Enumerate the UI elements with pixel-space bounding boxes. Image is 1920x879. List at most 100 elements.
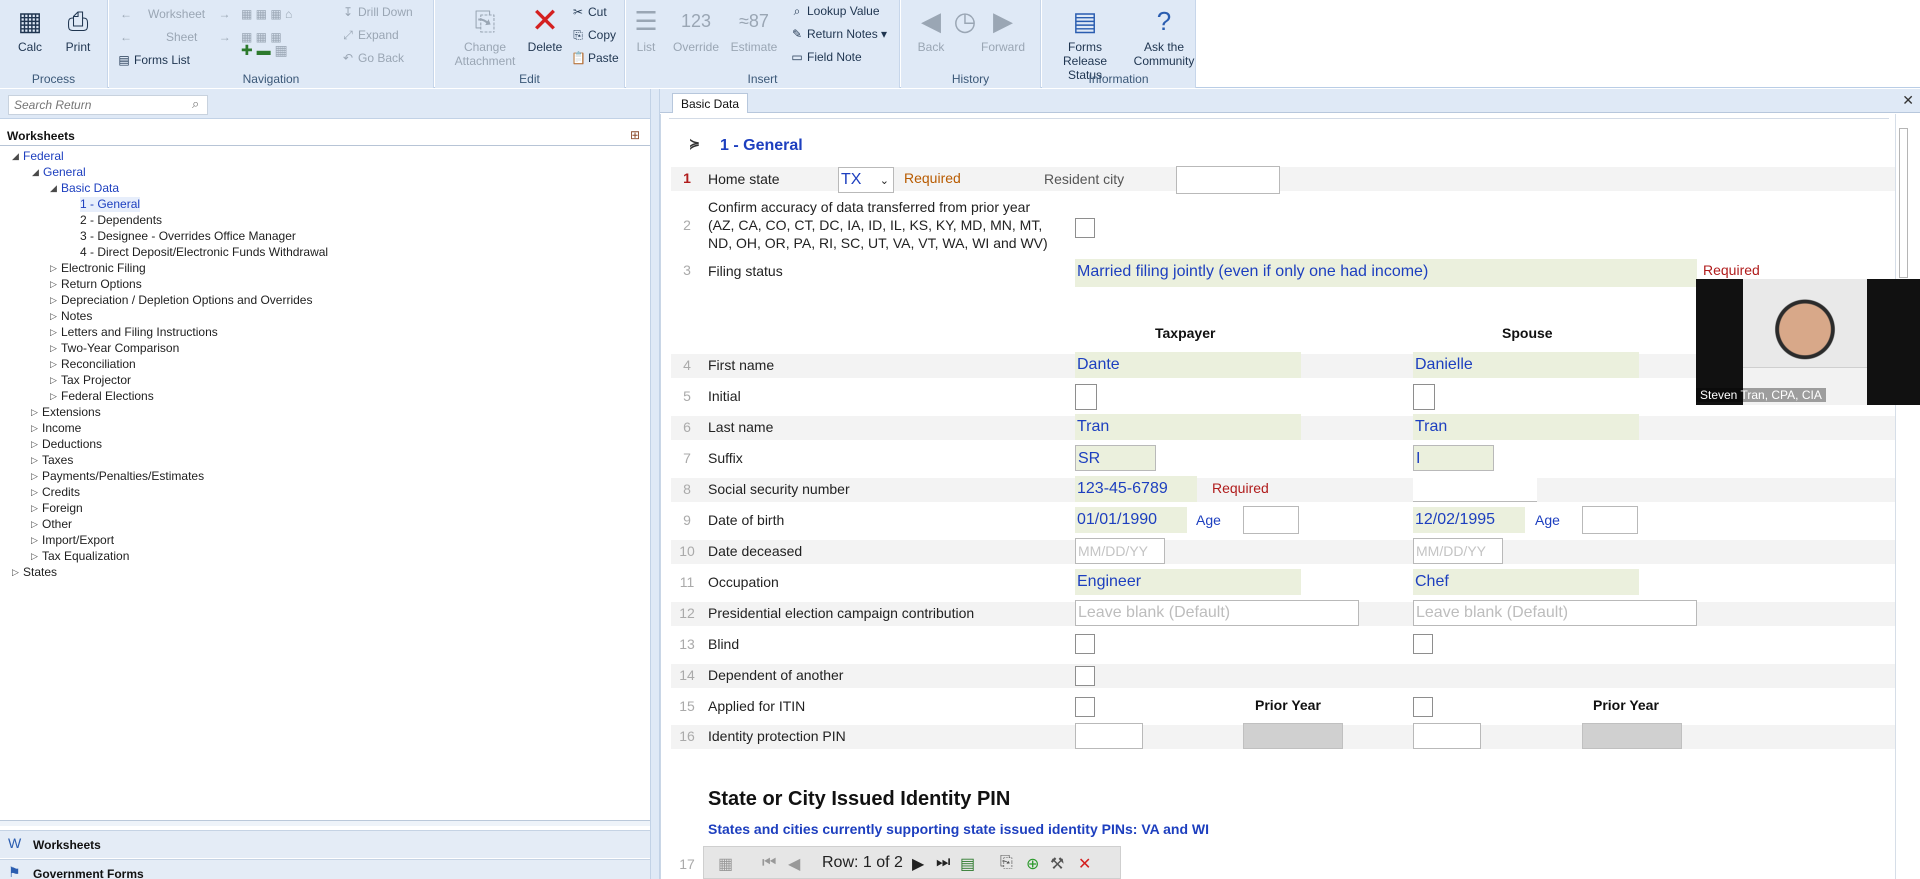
pane-splitter[interactable] (0, 820, 650, 826)
tree-item-payments[interactable]: ▷ Payments/Penalties/Estimates (31, 469, 204, 484)
vertical-splitter[interactable] (650, 89, 660, 879)
tree-item-credits[interactable]: ▷ Credits (31, 485, 80, 500)
tree-item-basic-data[interactable]: ◢ Basic Data (50, 181, 119, 196)
spouse-suffix-select[interactable]: I (1413, 445, 1494, 471)
tab-basic-data[interactable]: Basic Data (672, 93, 749, 113)
delete-row-icon[interactable]: ✕ (1078, 854, 1091, 874)
expand-icon[interactable]: ▷ (31, 549, 38, 564)
spouse-first-name-input[interactable]: Danielle (1413, 352, 1639, 378)
pin-icon[interactable]: ⊞ (630, 128, 640, 142)
search-icon[interactable]: ⌕ (192, 96, 199, 112)
expand-button[interactable]: ⤢ Expand (341, 27, 399, 43)
add-row-icon[interactable]: ✚ ▬ ▦ (241, 42, 288, 58)
forward-button[interactable]: ▶ Forward (973, 0, 1033, 54)
spouse-ssn-input[interactable] (1413, 476, 1537, 502)
copy-row-icon[interactable]: ⎘ (1000, 854, 1013, 872)
search-input[interactable] (8, 95, 208, 115)
expand-icon[interactable]: ▷ (31, 421, 38, 436)
taxpayer-initial-input[interactable] (1075, 384, 1097, 410)
expand-icon[interactable]: ▷ (50, 293, 57, 308)
new-row-icon[interactable]: ▤ (960, 854, 975, 874)
expand-icon[interactable]: ▷ (50, 309, 57, 324)
taxpayer-occupation-input[interactable]: Engineer (1075, 569, 1301, 595)
tree-item-tax-equalization[interactable]: ▷ Tax Equalization (31, 549, 129, 564)
first-row-icon[interactable]: ⏮ (762, 854, 776, 872)
taxpayer-blind-checkbox[interactable] (1075, 634, 1095, 654)
tree-item-two-year[interactable]: ▷ Two-Year Comparison (50, 341, 179, 356)
collapse-icon[interactable]: ◢ (32, 165, 39, 180)
prev-row-icon[interactable]: ◀ (788, 854, 800, 874)
print-button[interactable]: ⎙ Print (48, 0, 108, 54)
spouse-initial-input[interactable] (1413, 384, 1435, 410)
forms-release-status-button[interactable]: ▤ Forms Release Status (1048, 0, 1122, 82)
collapse-icon[interactable]: ◢ (12, 149, 19, 164)
paste-button[interactable]: 📋 Paste (571, 50, 619, 66)
expand-icon[interactable]: ▷ (50, 357, 57, 372)
cut-button[interactable]: ✂ Cut (571, 4, 607, 20)
resident-city-input[interactable] (1176, 166, 1280, 194)
tree-item-1-general[interactable]: 1 - General (80, 197, 141, 212)
drill-down-button[interactable]: ↧ Drill Down (341, 4, 413, 20)
tree-item-taxes[interactable]: ▷ Taxes (31, 453, 73, 468)
taxpayer-age-input[interactable] (1243, 506, 1299, 534)
tree-item-depreciation[interactable]: ▷ Depreciation / Depletion Options and Ov… (50, 293, 312, 308)
worksheets-pane-button[interactable]: W Worksheets (0, 830, 650, 858)
expand-icon[interactable]: ▷ (50, 261, 57, 276)
tree-item-import-export[interactable]: ▷ Import/Export (31, 533, 114, 548)
spouse-dob-input[interactable]: 12/02/1995 (1413, 507, 1525, 533)
taxpayer-itin-checkbox[interactable] (1075, 697, 1095, 717)
tree-item-extensions[interactable]: ▷ Extensions (31, 405, 101, 420)
worksheet-nav[interactable]: ← Worksheet → (119, 6, 230, 22)
taxpayer-ssn-input[interactable]: 123-45-6789 (1075, 476, 1197, 502)
add-row-icon[interactable]: ⊕ (1026, 854, 1039, 874)
taxpayer-last-name-input[interactable]: Tran (1075, 414, 1301, 440)
expand-icon[interactable]: ▷ (50, 325, 57, 340)
expand-icon[interactable]: ▷ (31, 469, 38, 484)
tree-item-return-options[interactable]: ▷ Return Options (50, 277, 142, 292)
list-button[interactable]: ☰ List (624, 0, 668, 54)
spouse-date-deceased-input[interactable]: MM/DD/YY (1413, 538, 1503, 564)
copy-button[interactable]: ⎘ Copy (571, 27, 616, 43)
tree-item-notes[interactable]: ▷ Notes (50, 309, 92, 324)
delete-button[interactable]: ✕ Delete (515, 0, 575, 54)
next-row-icon[interactable]: ▶ (912, 854, 924, 874)
tree-item-tax-projector[interactable]: ▷ Tax Projector (50, 373, 131, 388)
tree-item-foreign[interactable]: ▷ Foreign (31, 501, 83, 516)
tree-item-reconciliation[interactable]: ▷ Reconciliation (50, 357, 136, 372)
expand-icon[interactable]: ▷ (31, 533, 38, 548)
expand-icon[interactable]: ▷ (31, 405, 38, 420)
taxpayer-dependent-checkbox[interactable] (1075, 666, 1095, 686)
forms-list-button[interactable]: ▤ Forms List (117, 52, 190, 68)
vertical-scrollbar[interactable] (1895, 114, 1912, 879)
taxpayer-dob-input[interactable]: 01/01/1990 (1075, 507, 1187, 533)
tools-icon[interactable]: ⚒ (1050, 854, 1064, 874)
tree-item-3-designee[interactable]: 3 - Designee - Overrides Office Manager (80, 229, 296, 244)
collapse-chevron-icon[interactable]: ≽ (689, 136, 700, 152)
change-attachment-button[interactable]: ⎘ Change Attachment (445, 0, 525, 68)
expand-icon[interactable]: ▷ (31, 517, 38, 532)
tree-item-electronic-filing[interactable]: ▷ Electronic Filing (50, 261, 146, 276)
field-note-button[interactable]: ▭ Field Note (790, 49, 861, 65)
collapse-icon[interactable]: ◢ (50, 181, 57, 196)
spouse-occupation-input[interactable]: Chef (1413, 569, 1639, 595)
tree-item-other[interactable]: ▷ Other (31, 517, 72, 532)
confirm-accuracy-checkbox[interactable] (1075, 218, 1095, 238)
tree-item-income[interactable]: ▷ Income (31, 421, 81, 436)
close-icon[interactable]: ✕ (1902, 92, 1914, 109)
filing-status-select[interactable]: Married filing jointly (even if only one… (1075, 259, 1697, 287)
sheet-nav[interactable]: ← Sheet → (119, 29, 231, 45)
spouse-age-input[interactable] (1582, 506, 1638, 534)
tree-item-4-direct-deposit[interactable]: 4 - Direct Deposit/Electronic Funds With… (80, 245, 328, 260)
tree-item-2-dependents[interactable]: 2 - Dependents (80, 213, 162, 228)
return-notes-button[interactable]: ✎ Return Notes ▾ (790, 26, 887, 42)
home-state-select[interactable]: TX ⌄ (838, 167, 894, 193)
spouse-identity-pin-input[interactable] (1413, 723, 1481, 749)
expand-icon[interactable]: ▷ (50, 277, 57, 292)
spouse-itin-checkbox[interactable] (1413, 697, 1433, 717)
tree-item-letters[interactable]: ▷ Letters and Filing Instructions (50, 325, 218, 340)
override-button[interactable]: 123 Override (666, 0, 726, 54)
last-row-icon[interactable]: ⏭ (936, 854, 950, 872)
taxpayer-presidential-select[interactable]: Leave blank (Default) (1075, 600, 1359, 626)
expand-icon[interactable]: ▷ (31, 437, 38, 452)
spouse-last-name-input[interactable]: Tran (1413, 414, 1639, 440)
